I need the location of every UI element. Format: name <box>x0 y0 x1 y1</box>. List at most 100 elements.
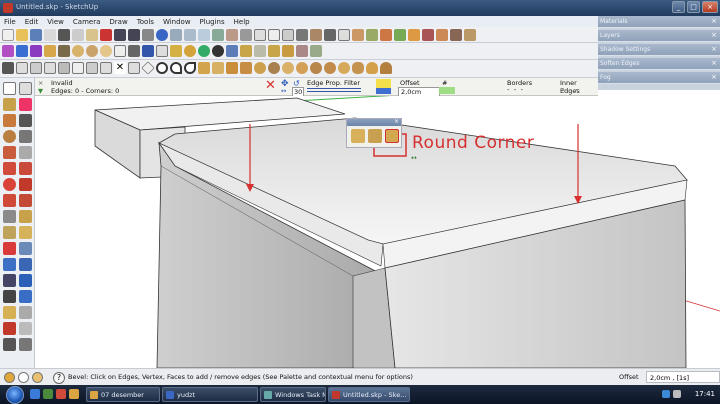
box-outline-icon[interactable] <box>72 62 84 74</box>
follow-me-icon[interactable] <box>19 178 32 191</box>
round-corner-palette[interactable]: × <box>346 118 402 148</box>
user-icon[interactable] <box>32 372 43 383</box>
pan-icon[interactable] <box>19 258 32 271</box>
menu-window[interactable]: Window <box>163 18 191 26</box>
axes-icon[interactable] <box>3 242 16 255</box>
credits-icon[interactable] <box>18 372 29 383</box>
pencil-shape-icon[interactable] <box>268 45 280 57</box>
close-icon[interactable]: × <box>394 118 399 125</box>
orange-box-icon[interactable] <box>436 29 448 41</box>
zoom-extents-icon[interactable] <box>3 290 16 303</box>
close-icon[interactable]: × <box>711 17 717 25</box>
ring-icon[interactable] <box>310 62 322 74</box>
close-icon[interactable]: × <box>711 73 717 81</box>
vase-icon[interactable] <box>380 62 392 74</box>
top-view-icon[interactable] <box>184 29 196 41</box>
menu-file[interactable]: File <box>4 18 16 26</box>
look-around-icon[interactable] <box>19 306 32 319</box>
back-view-icon[interactable] <box>226 29 238 41</box>
ie-icon[interactable] <box>30 389 40 399</box>
dialog-fog[interactable]: Fog × <box>598 72 720 84</box>
menu-edit[interactable]: Edit <box>25 18 39 26</box>
zoom-window-icon[interactable] <box>19 274 32 287</box>
close-icon[interactable]: × <box>711 59 717 67</box>
shaded-icon[interactable] <box>296 29 308 41</box>
minimize-button[interactable]: _ <box>672 1 685 13</box>
position-camera-icon[interactable] <box>3 306 16 319</box>
xray-icon[interactable] <box>254 29 266 41</box>
gold-shape-icon[interactable] <box>240 45 252 57</box>
prism-icon[interactable] <box>240 62 252 74</box>
arc-icon[interactable] <box>19 130 32 143</box>
tan-box-icon[interactable] <box>464 29 476 41</box>
solid-tool-icon[interactable] <box>212 62 224 74</box>
stairs-icon[interactable] <box>86 62 98 74</box>
arrows-icon[interactable] <box>296 45 308 57</box>
list-icon[interactable] <box>100 62 112 74</box>
plugin-tool-icon[interactable] <box>310 45 322 57</box>
bevel-tool-icon[interactable] <box>385 129 399 143</box>
egg-icon[interactable] <box>100 45 112 57</box>
green-ball-icon[interactable] <box>198 45 210 57</box>
tube-icon[interactable] <box>324 62 336 74</box>
dialog-shadow-settings[interactable]: Shadow Settings × <box>598 44 720 56</box>
print-preview-icon[interactable] <box>128 45 140 57</box>
measurement-box[interactable]: 2,0cm , [1s] <box>646 371 720 383</box>
collapse-icon[interactable]: × <box>38 79 43 87</box>
window-icon[interactable] <box>58 62 70 74</box>
cone-icon[interactable] <box>58 45 70 57</box>
hidden-line-icon[interactable] <box>282 29 294 41</box>
menu-camera[interactable]: Camera <box>73 18 100 26</box>
media-icon[interactable] <box>56 389 66 399</box>
filter-line-icon[interactable] <box>307 88 361 92</box>
hand-icon[interactable] <box>114 45 126 57</box>
new-file-icon[interactable] <box>2 29 14 41</box>
circle-icon[interactable] <box>3 130 16 143</box>
shape-tool-icon[interactable] <box>198 62 210 74</box>
export-icon[interactable] <box>170 45 182 57</box>
cut-icon[interactable] <box>58 29 70 41</box>
torus-icon[interactable] <box>268 62 280 74</box>
box-icon[interactable] <box>338 29 350 41</box>
rotate-tool-icon[interactable] <box>3 178 16 191</box>
dimension-icon[interactable] <box>19 210 32 223</box>
curve-tool-icon[interactable] <box>184 62 196 74</box>
erase-icon[interactable] <box>100 29 112 41</box>
zoom-icon[interactable] <box>3 274 16 287</box>
section-icon[interactable] <box>352 29 364 41</box>
folder-icon[interactable] <box>69 389 79 399</box>
redo-icon[interactable] <box>128 29 140 41</box>
select-arrow-icon[interactable] <box>3 82 16 95</box>
volume-icon[interactable] <box>673 390 681 398</box>
tripod-icon[interactable] <box>254 45 266 57</box>
layer-box-icon[interactable] <box>380 29 392 41</box>
dark-box-icon[interactable] <box>450 29 462 41</box>
model-info-icon[interactable] <box>156 29 168 41</box>
monochrome-icon[interactable] <box>324 29 336 41</box>
left-view-icon[interactable] <box>240 29 252 41</box>
yellow-cube-icon[interactable] <box>44 45 56 57</box>
shaded-texture-icon[interactable] <box>310 29 322 41</box>
save-icon[interactable] <box>30 29 42 41</box>
menu-plugins[interactable]: Plugins <box>200 18 225 26</box>
section-plane-icon[interactable] <box>19 322 32 335</box>
blue-box-icon[interactable] <box>226 45 238 57</box>
paint-bucket-icon[interactable] <box>3 98 16 111</box>
iso-view-icon[interactable] <box>170 29 182 41</box>
inner-edges-field[interactable]: - - - <box>562 86 579 94</box>
offset-tool-icon[interactable] <box>19 194 32 207</box>
lens-icon[interactable] <box>338 62 350 74</box>
sphere-tool-icon[interactable] <box>254 62 266 74</box>
wedge-icon[interactable] <box>226 62 238 74</box>
print-icon[interactable] <box>142 29 154 41</box>
open-folder-icon[interactable] <box>16 29 28 41</box>
sharp-corner-tool-icon[interactable] <box>368 129 382 143</box>
component-select-icon[interactable] <box>19 82 32 95</box>
dialog-layers[interactable]: Layers × <box>598 30 720 42</box>
maximize-button[interactable]: □ <box>687 1 700 13</box>
tape-measure-icon[interactable] <box>3 210 16 223</box>
eraser-icon[interactable] <box>19 98 32 111</box>
rectangle-icon[interactable] <box>3 114 16 127</box>
dome-icon[interactable] <box>296 62 308 74</box>
eye-icon[interactable] <box>19 338 32 351</box>
